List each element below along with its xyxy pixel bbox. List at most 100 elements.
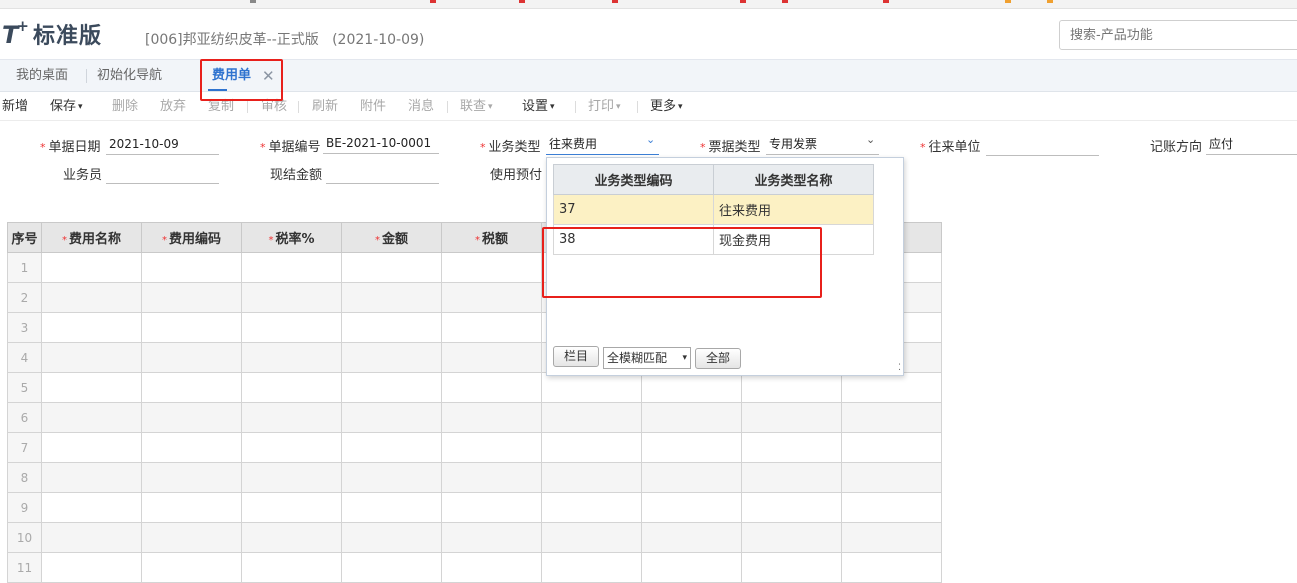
grid-cell[interactable] — [141, 312, 242, 343]
option-code[interactable]: 38 — [553, 224, 714, 255]
columns-button[interactable]: 栏目 — [553, 346, 599, 367]
row-number[interactable]: 11 — [7, 552, 42, 583]
clerk-field[interactable] — [106, 164, 219, 184]
message-button[interactable]: 消息 — [408, 99, 434, 115]
invoice-type-select[interactable]: 专用发票 — [766, 135, 879, 155]
grid-cell[interactable] — [141, 432, 242, 463]
grid-cell[interactable] — [341, 342, 442, 373]
print-button[interactable]: 打印 ▾ — [588, 99, 621, 116]
table-row[interactable]: 5 — [7, 372, 942, 403]
grid-cell[interactable] — [341, 522, 442, 553]
grid-cell[interactable] — [441, 342, 542, 373]
grid-cell[interactable] — [41, 252, 142, 283]
table-row[interactable]: 11 — [7, 552, 942, 583]
table-row[interactable]: 6 — [7, 402, 942, 433]
grid-cell[interactable] — [441, 312, 542, 343]
grid-cell[interactable] — [41, 282, 142, 313]
grid-cell[interactable] — [641, 372, 742, 403]
grid-cell[interactable] — [841, 432, 942, 463]
grid-cell[interactable] — [241, 282, 342, 313]
grid-cell[interactable] — [741, 462, 842, 493]
grid-cell[interactable] — [841, 402, 942, 433]
grid-cell[interactable] — [641, 552, 742, 583]
grid-cell[interactable] — [541, 492, 642, 523]
delete-button[interactable]: 删除 — [112, 99, 138, 115]
match-mode-select[interactable]: 全模糊匹配 ▾ — [603, 347, 691, 369]
bill-number-field[interactable]: BE-2021-10-0001 — [323, 134, 439, 154]
discard-button[interactable]: 放弃 — [160, 99, 186, 115]
grid-cell[interactable] — [241, 432, 342, 463]
grid-cell[interactable] — [41, 372, 142, 403]
direction-field[interactable]: 应付 — [1206, 135, 1297, 155]
grid-cell[interactable] — [241, 342, 342, 373]
grid-column-header[interactable]: * 费用名称 — [41, 222, 142, 253]
grid-cell[interactable] — [41, 492, 142, 523]
grid-cell[interactable] — [341, 312, 442, 343]
table-row[interactable]: 10 — [7, 522, 942, 553]
grid-cell[interactable] — [241, 402, 342, 433]
grid-cell[interactable] — [541, 432, 642, 463]
grid-cell[interactable] — [141, 462, 242, 493]
grid-cell[interactable] — [641, 402, 742, 433]
option-code[interactable]: 37 — [553, 194, 714, 225]
column-header[interactable]: 业务类型名称 — [713, 164, 874, 195]
attachment-button[interactable]: 附件 — [360, 99, 386, 115]
grid-cell[interactable] — [841, 552, 942, 583]
chevron-down-icon[interactable]: ⌄ — [646, 133, 655, 146]
grid-cell[interactable] — [841, 372, 942, 403]
grid-cell[interactable] — [741, 552, 842, 583]
grid-cell[interactable] — [641, 462, 742, 493]
row-number[interactable]: 6 — [7, 402, 42, 433]
grid-cell[interactable] — [41, 312, 142, 343]
tab-my-desktop[interactable]: 我的桌面 — [16, 60, 68, 92]
row-number[interactable]: 3 — [7, 312, 42, 343]
grid-cell[interactable] — [241, 372, 342, 403]
copy-button[interactable]: 复制 — [208, 99, 234, 115]
grid-cell[interactable] — [41, 462, 142, 493]
grid-cell[interactable] — [441, 252, 542, 283]
row-number[interactable]: 7 — [7, 432, 42, 463]
option-row-38[interactable]: 38 现金费用 — [553, 224, 874, 255]
table-row[interactable]: 8 — [7, 462, 942, 493]
column-header[interactable]: 业务类型编码 — [553, 164, 714, 195]
grid-cell[interactable] — [341, 552, 442, 583]
grid-cell[interactable] — [641, 432, 742, 463]
grid-column-header[interactable]: * 税率% — [241, 222, 342, 253]
more-button[interactable]: 更多 ▾ — [650, 99, 683, 116]
grid-cell[interactable] — [841, 462, 942, 493]
grid-cell[interactable] — [141, 252, 242, 283]
refresh-button[interactable]: 刷新 — [312, 99, 338, 115]
grid-cell[interactable] — [41, 522, 142, 553]
cash-amount-field[interactable] — [326, 164, 439, 184]
grid-cell[interactable] — [641, 492, 742, 523]
grid-column-header[interactable]: * 金额 — [341, 222, 442, 253]
grid-cell[interactable] — [541, 552, 642, 583]
grid-cell[interactable] — [641, 522, 742, 553]
row-number[interactable]: 5 — [7, 372, 42, 403]
grid-cell[interactable] — [241, 522, 342, 553]
grid-cell[interactable] — [141, 282, 242, 313]
grid-cell[interactable] — [141, 402, 242, 433]
grid-cell[interactable] — [341, 462, 442, 493]
grid-cell[interactable] — [241, 462, 342, 493]
grid-cell[interactable] — [241, 252, 342, 283]
grid-cell[interactable] — [41, 552, 142, 583]
grid-cell[interactable] — [41, 432, 142, 463]
grid-cell[interactable] — [41, 402, 142, 433]
grid-cell[interactable] — [541, 372, 642, 403]
grid-cell[interactable] — [141, 552, 242, 583]
grid-cell[interactable] — [341, 492, 442, 523]
all-button[interactable]: 全部 — [695, 348, 741, 369]
biz-type-select[interactable]: 往来费用 — [546, 135, 659, 155]
grid-cell[interactable] — [441, 372, 542, 403]
grid-cell[interactable] — [741, 402, 842, 433]
grid-cell[interactable] — [441, 462, 542, 493]
grid-cell[interactable] — [341, 372, 442, 403]
option-name[interactable]: 现金费用 — [713, 224, 874, 255]
save-button[interactable]: 保存 ▾ — [50, 99, 83, 116]
grid-cell[interactable] — [441, 552, 542, 583]
grid-cell[interactable] — [241, 492, 342, 523]
grid-cell[interactable] — [541, 402, 642, 433]
grid-cell[interactable] — [441, 492, 542, 523]
date-field[interactable]: 2021-10-09 — [106, 135, 219, 155]
